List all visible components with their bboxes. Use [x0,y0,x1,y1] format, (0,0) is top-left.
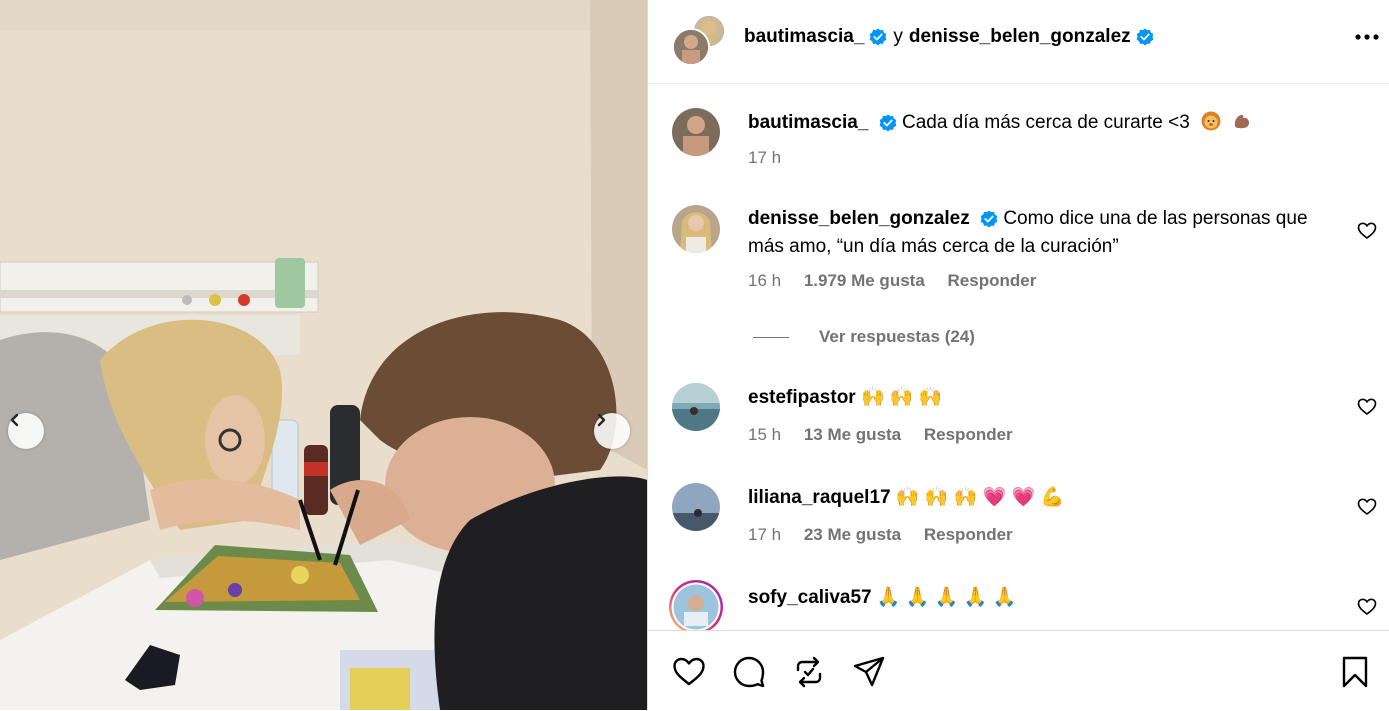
verified-badge-icon [879,114,896,132]
next-photo-button[interactable] [594,413,630,449]
comment-text: 🙌 🙌 🙌 [860,387,943,408]
comment-username[interactable]: denisse_belen_gonzalez [748,208,970,229]
like-comment-heart-icon[interactable] [1357,497,1377,517]
comment-body: sofy_caliva57 🙏 🙏 🙏 🙏 🙏 [748,584,1348,612]
avatar[interactable] [672,108,720,156]
post-header: bautimascia_ y denisse_belen_gonzalez [648,0,1389,84]
comment-username[interactable]: estefipastor [748,387,856,408]
comment-meta: 16 h 1.979 Me gusta Responder [748,271,1054,291]
previous-photo-button[interactable] [8,413,44,449]
view-replies-button[interactable]: Ver respuestas (24) [753,327,975,347]
post-viewer: bautimascia_ y denisse_belen_gonzalez ba… [0,0,1389,710]
comment-time[interactable]: 17 h [748,525,781,544]
avatar[interactable] [672,383,720,431]
comment-likes[interactable]: 23 Me gusta [804,525,901,544]
like-comment-heart-icon[interactable] [1357,597,1377,617]
comment-time[interactable]: 15 h [748,425,781,444]
comment-meta: 17 h 23 Me gusta Responder [748,525,1031,545]
comment-time[interactable]: 16 h [748,271,781,290]
lion-face-emoji [1201,111,1221,131]
post-photo [0,0,647,710]
comment-username[interactable]: sofy_caliva57 [748,587,872,608]
repost-icon[interactable] [792,655,826,689]
comment-likes[interactable]: 13 Me gusta [804,425,901,444]
avatar[interactable] [672,205,720,253]
collab-avatars[interactable] [672,14,726,66]
author-username-1[interactable]: bautimascia_ [744,26,864,48]
photo-illustration [0,0,647,710]
like-comment-heart-icon[interactable] [1357,221,1377,241]
view-replies-label: Ver respuestas (24) [819,327,975,346]
comment-username[interactable]: liliana_raquel17 [748,487,891,508]
comment-body: denisse_belen_gonzalez Como dice una de … [748,205,1348,261]
avatar-story-ring[interactable] [668,579,724,630]
caption-meta: 17 h [748,148,799,168]
caption-time[interactable]: 17 h [748,148,781,167]
author-separator: y [893,26,903,47]
comment-text: 🙏 🙏 🙏 🙏 🙏 [876,587,1017,608]
heart-icon[interactable] [672,655,706,689]
avatar-user1 [672,28,710,66]
share-icon[interactable] [852,655,886,689]
bookmark-icon[interactable] [1338,655,1372,689]
verified-badge-icon [1136,28,1153,46]
comment-likes[interactable]: 1.979 Me gusta [804,271,925,290]
chevron-left-icon [10,413,19,427]
more-horizontal-icon [1355,34,1379,40]
comments-list[interactable]: bautimascia_ Cada día más cerca de curar… [648,84,1389,630]
comment-body: liliana_raquel17 🙌 🙌 🙌 💗 💗 💪 [748,484,1348,512]
post-side-panel: bautimascia_ y denisse_belen_gonzalez ba… [647,0,1389,710]
comment-text: 🙌 🙌 🙌 💗 💗 💪 [895,487,1065,508]
comment-meta: 15 h 13 Me gusta Responder [748,425,1031,445]
comment-body: estefipastor 🙌 🙌 🙌 [748,384,1348,412]
replies-divider [753,336,789,338]
post-authors: bautimascia_ y denisse_belen_gonzalez [744,26,1154,48]
caption-body: bautimascia_ Cada día más cerca de curar… [748,109,1348,137]
verified-badge-icon [870,28,887,46]
reply-button[interactable]: Responder [948,271,1037,290]
caption-username[interactable]: bautimascia_ [748,112,868,133]
verified-badge-icon [980,210,998,228]
reply-button[interactable]: Responder [924,525,1013,544]
flexed-biceps-emoji [1235,114,1250,129]
chevron-right-icon [597,413,606,427]
author-username-2[interactable]: denisse_belen_gonzalez [909,26,1131,48]
post-action-bar [648,630,1389,711]
caption-text: Cada día más cerca de curarte <3 [901,112,1190,133]
more-options-button[interactable] [1354,24,1380,50]
reply-button[interactable]: Responder [924,425,1013,444]
like-comment-heart-icon[interactable] [1357,397,1377,417]
avatar[interactable] [672,483,720,531]
comment-icon[interactable] [732,655,766,689]
